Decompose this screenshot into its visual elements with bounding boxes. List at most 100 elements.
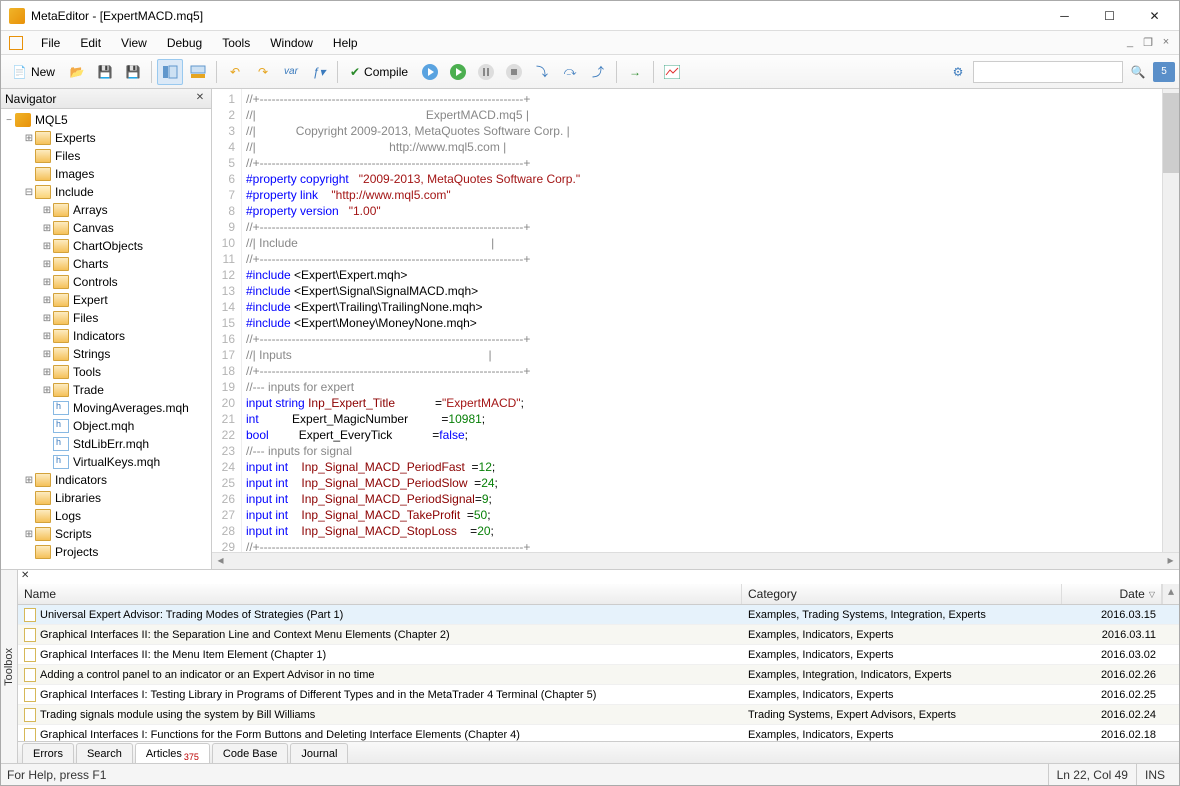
open-button[interactable]: 📂: [64, 59, 90, 85]
navigator-tree[interactable]: − MQL5 ⊞ExpertsFilesImages⊟Include⊞Array…: [1, 109, 211, 569]
tab-articles[interactable]: Articles375: [135, 743, 210, 763]
table-row[interactable]: Graphical Interfaces I: Testing Library …: [18, 685, 1179, 705]
tree-item[interactable]: MovingAverages.mqh: [1, 399, 211, 417]
tree-item[interactable]: ⊞Indicators: [1, 471, 211, 489]
menu-file[interactable]: File: [31, 32, 70, 54]
tree-item[interactable]: ⊞Arrays: [1, 201, 211, 219]
folder-icon: [53, 293, 69, 307]
article-icon: [24, 728, 36, 742]
compile-button[interactable]: ✔Compile: [343, 59, 415, 85]
window-title: MetaEditor - [ExpertMACD.mq5]: [31, 9, 203, 23]
save-button[interactable]: 💾: [92, 59, 118, 85]
toolbox-tabs: ErrorsSearchArticles375Code BaseJournal: [18, 741, 1179, 763]
table-row[interactable]: Graphical Interfaces II: the Separation …: [18, 625, 1179, 645]
mdi-minimize-icon[interactable]: _: [1121, 36, 1139, 49]
debug-start-button[interactable]: [417, 59, 443, 85]
folder-icon: [35, 509, 51, 523]
menu-window[interactable]: Window: [260, 32, 323, 54]
tree-item[interactable]: ⊞Files: [1, 309, 211, 327]
header-file-icon: [53, 401, 69, 415]
table-row[interactable]: Graphical Interfaces I: Functions for th…: [18, 725, 1179, 741]
tree-root[interactable]: − MQL5: [1, 111, 211, 129]
mdi-restore-icon[interactable]: ❐: [1139, 36, 1157, 49]
tree-item[interactable]: ⊞Canvas: [1, 219, 211, 237]
tree-item[interactable]: Object.mqh: [1, 417, 211, 435]
tree-item[interactable]: Images: [1, 165, 211, 183]
tab-search[interactable]: Search: [76, 743, 133, 763]
col-date[interactable]: Date ▽: [1062, 584, 1162, 604]
folder-icon: [53, 311, 69, 325]
menu-edit[interactable]: Edit: [70, 32, 111, 54]
tree-item[interactable]: Logs: [1, 507, 211, 525]
tree-item[interactable]: ⊞Scripts: [1, 525, 211, 543]
save-all-button[interactable]: 💾: [120, 59, 146, 85]
tab-journal[interactable]: Journal: [290, 743, 348, 763]
status-insert-mode: INS: [1136, 764, 1173, 785]
table-row[interactable]: Graphical Interfaces II: the Menu Item E…: [18, 645, 1179, 665]
tree-item[interactable]: ⊟Include: [1, 183, 211, 201]
col-category[interactable]: Category: [742, 584, 1062, 604]
menu-help[interactable]: Help: [323, 32, 368, 54]
var-button[interactable]: var: [278, 59, 304, 85]
tree-item[interactable]: ⊞Charts: [1, 255, 211, 273]
tab-code-base[interactable]: Code Base: [212, 743, 288, 763]
chart-button[interactable]: [659, 59, 685, 85]
search-input[interactable]: [973, 61, 1123, 83]
horizontal-scrollbar[interactable]: ◂ ▸: [212, 552, 1179, 569]
tree-item[interactable]: ⊞Controls: [1, 273, 211, 291]
toolbox-close-icon[interactable]: ✕: [18, 570, 1179, 584]
undo-button[interactable]: ↶: [222, 59, 248, 85]
search-button[interactable]: 🔍: [1125, 59, 1151, 85]
tree-item[interactable]: ⊞ChartObjects: [1, 237, 211, 255]
grid-body[interactable]: Universal Expert Advisor: Trading Modes …: [18, 605, 1179, 741]
tree-item[interactable]: Projects: [1, 543, 211, 561]
header-file-icon: [53, 437, 69, 451]
folder-icon: [35, 491, 51, 505]
minimize-button[interactable]: ─: [1042, 1, 1087, 30]
tree-item[interactable]: VirtualKeys.mqh: [1, 453, 211, 471]
tree-item[interactable]: ⊞Indicators: [1, 327, 211, 345]
col-name[interactable]: Name: [18, 584, 742, 604]
close-button[interactable]: ✕: [1132, 1, 1177, 30]
menu-view[interactable]: View: [111, 32, 157, 54]
mdi-close-icon[interactable]: ×: [1157, 36, 1175, 49]
upload-button[interactable]: →: [622, 59, 648, 85]
toolbox-toggle[interactable]: [185, 59, 211, 85]
new-button[interactable]: 📄New: [5, 59, 62, 85]
tree-item[interactable]: Libraries: [1, 489, 211, 507]
navigator-close-icon[interactable]: ✕: [193, 92, 207, 106]
table-row[interactable]: Adding a control panel to an indicator o…: [18, 665, 1179, 685]
community-button[interactable]: 5: [1153, 62, 1175, 82]
article-icon: [24, 668, 36, 682]
folder-icon: [35, 185, 51, 199]
tree-item[interactable]: ⊞Experts: [1, 129, 211, 147]
tree-item[interactable]: ⊞Tools: [1, 363, 211, 381]
tree-item[interactable]: ⊞Strings: [1, 345, 211, 363]
step-over-button[interactable]: ⤼: [557, 59, 583, 85]
grid-header: Name Category Date ▽ ▴: [18, 584, 1179, 605]
tree-item[interactable]: ⊞Trade: [1, 381, 211, 399]
redo-button[interactable]: ↷: [250, 59, 276, 85]
tab-errors[interactable]: Errors: [22, 743, 74, 763]
vertical-scrollbar[interactable]: [1162, 89, 1179, 552]
navigator-panel: Navigator ✕ − MQL5 ⊞ExpertsFilesImages⊟I…: [1, 89, 212, 569]
settings-icon[interactable]: ⚙: [945, 59, 971, 85]
tree-item[interactable]: ⊞Expert: [1, 291, 211, 309]
step-into-button[interactable]: ⤵: [529, 59, 555, 85]
pause-button[interactable]: [473, 59, 499, 85]
run-button[interactable]: [445, 59, 471, 85]
code-editor[interactable]: //+-------------------------------------…: [242, 89, 1162, 552]
stop-button[interactable]: [501, 59, 527, 85]
function-button[interactable]: ƒ▾: [306, 59, 332, 85]
navigator-toggle[interactable]: [157, 59, 183, 85]
table-row[interactable]: Trading signals module using the system …: [18, 705, 1179, 725]
menu-tools[interactable]: Tools: [212, 32, 260, 54]
mql5-icon: [15, 113, 31, 127]
table-row[interactable]: Universal Expert Advisor: Trading Modes …: [18, 605, 1179, 625]
tree-item[interactable]: StdLibErr.mqh: [1, 435, 211, 453]
editor-panel: 1234567891011121314151617181920212223242…: [212, 89, 1179, 569]
menu-debug[interactable]: Debug: [157, 32, 212, 54]
tree-item[interactable]: Files: [1, 147, 211, 165]
maximize-button[interactable]: ☐: [1087, 1, 1132, 30]
step-out-button[interactable]: ⤴: [585, 59, 611, 85]
